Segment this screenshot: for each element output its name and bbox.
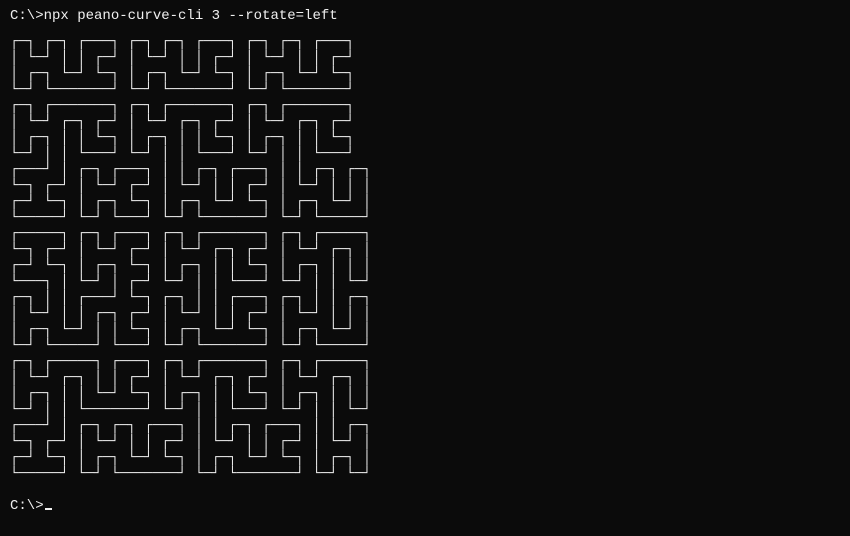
output-line: └─────┘ └─┘ └───────┘ └─┘ └───────┘ └─┘ … xyxy=(10,466,840,482)
output-line: └─┐ ┌─┘ │ └─┘ ┌─┘ │ └─┘ ┌─┐ ┌─┘ │ └─┘ ┌─… xyxy=(10,242,840,258)
output-line: │ ┌─┐ └─┘ └─┐ │ ┌─┐ └─┘ └─┐ │ ┌─┐ └─┘ └─… xyxy=(10,66,840,82)
prompt-2: C:\> xyxy=(10,498,44,514)
output-line: ┌───┘ │ ┌─┐ ┌─┐ ┌───┐ │ │ ┌─┐ ┌───┐ │ │ … xyxy=(10,418,840,434)
output-line: ┌─┘ └─┐ │ ┌─┐ └─┐ │ ┌─┐ │ │ └─┐ │ ┌─┐ │ … xyxy=(10,258,840,274)
output-line: ┌─────┐ ┌─┐ ┌───┐ ┌─┐ ┌───────┐ ┌─┐ ┌───… xyxy=(10,226,840,242)
output-line: └─┘ └─────┘ └───┘ └─┘ └───────┘ └─┘ └───… xyxy=(10,338,840,354)
output-line: └─┘ │ │ └───┘ └─┘ │ │ └───┘ └─┘ │ │ └───… xyxy=(10,146,840,162)
cursor-icon xyxy=(45,508,52,510)
output-line: ┌─┐ ┌─┐ ┌───┐ ┌─┐ ┌─┐ ┌───┐ ┌─┐ ┌─┐ ┌───… xyxy=(10,34,840,50)
command-line-2[interactable]: C:\> xyxy=(10,498,840,514)
output-line: ┌───┘ │ ┌─┐ ┌───┐ │ │ ┌─┐ ┌───┐ │ │ ┌─┐ … xyxy=(10,162,840,178)
output-line: │ ┌─┐ │ │ └─┘ └─┐ │ ┌─┐ │ │ └─┐ │ ┌─┐ │ … xyxy=(10,386,840,402)
command-line-1[interactable]: C:\>npx peano-curve-cli 3 --rotate=left xyxy=(10,8,840,24)
output-line: └───┐ │ └─┘ │ ┌─┘ └─┘ │ │ └───┘ └─┘ │ │ … xyxy=(10,274,840,290)
output-line: │ ┌─┐ └─┘ │ │ └─┐ │ ┌─┐ └─┘ └─┐ │ ┌─┐ └─… xyxy=(10,322,840,338)
command-output: ┌─┐ ┌─┐ ┌───┐ ┌─┐ ┌─┐ ┌───┐ ┌─┐ ┌─┐ ┌───… xyxy=(10,34,840,482)
output-line: ┌─┘ └─┐ │ ┌─┐ └─┐ │ ┌─┐ └─┘ └─┐ │ ┌─┐ └─… xyxy=(10,194,840,210)
output-line: ┌─┐ │ │ ┌───┘ └─┐ ┌─┐ │ │ ┌───┐ ┌─┐ │ │ … xyxy=(10,290,840,306)
output-line: └─┘ │ │ └───────┘ └─┘ │ │ └───┘ └─┘ │ │ … xyxy=(10,402,840,418)
command-1-text: npx peano-curve-cli 3 --rotate=left xyxy=(44,8,338,24)
output-line: └─┘ └───────┘ └─┘ └───────┘ └─┘ └───────… xyxy=(10,82,840,98)
output-line: └─────┘ └─┘ └───┘ └─┘ └───────┘ └─┘ └───… xyxy=(10,210,840,226)
output-line: ┌─┐ ┌─────┐ ┌───┐ ┌─┐ ┌───────┐ ┌─┐ ┌───… xyxy=(10,354,840,370)
output-line: ┌─┐ ┌───────┐ ┌─┐ ┌───────┐ ┌─┐ ┌───────… xyxy=(10,98,840,114)
prompt-1: C:\> xyxy=(10,8,44,24)
output-line: │ ┌─┐ │ │ └─┐ │ ┌─┐ │ │ └─┐ │ ┌─┐ │ │ └─… xyxy=(10,130,840,146)
output-line: │ └─┘ ┌─┐ │ │ ┌─┘ │ └─┘ ┌─┐ ┌─┘ │ └─┘ ┌─… xyxy=(10,370,840,386)
output-line: │ └─┘ │ │ ┌─┘ │ └─┘ │ │ ┌─┘ │ └─┘ │ │ ┌─… xyxy=(10,50,840,66)
output-line: │ └─┘ ┌─┐ ┌─┘ │ └─┘ ┌─┐ ┌─┘ │ └─┘ ┌─┐ ┌─… xyxy=(10,114,840,130)
output-line: │ └─┘ │ │ ┌─┐ ┌─┘ │ └─┘ │ │ ┌─┘ │ └─┘ │ … xyxy=(10,306,840,322)
output-line: ┌─┘ └─┐ │ ┌─┐ └─┘ └─┐ │ ┌─┐ └─┘ └─┐ │ ┌─… xyxy=(10,450,840,466)
output-line: └─┐ ┌─┘ │ └─┘ │ │ ┌─┘ │ └─┘ │ │ ┌─┘ │ └─… xyxy=(10,434,840,450)
output-line: └─┐ ┌─┘ │ └─┘ ┌─┘ │ └─┘ │ │ ┌─┘ │ └─┘ │ … xyxy=(10,178,840,194)
